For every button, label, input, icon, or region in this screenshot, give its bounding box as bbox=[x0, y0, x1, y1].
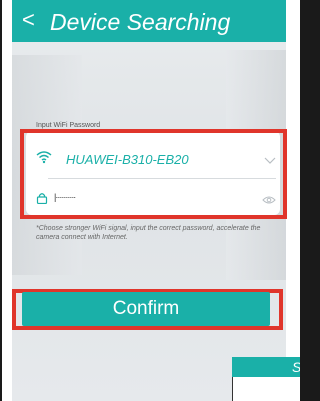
confirm-button[interactable]: Confirm bbox=[22, 292, 270, 326]
password-section-label: Input WiFi Password bbox=[36, 122, 101, 129]
wifi-icon bbox=[36, 150, 52, 169]
back-chevron-icon[interactable]: < bbox=[22, 8, 35, 32]
wifi-password-field[interactable]: |·········· bbox=[36, 190, 276, 210]
field-divider bbox=[48, 178, 276, 179]
wifi-password-value: |·········· bbox=[54, 192, 76, 202]
page-title: Device Searching bbox=[50, 9, 231, 35]
app-header: < Device Searching bbox=[12, 0, 286, 42]
chevron-down-icon[interactable] bbox=[264, 152, 276, 170]
eye-icon[interactable] bbox=[262, 192, 276, 210]
screenshot-frame: < Device Searching Input WiFi Password H… bbox=[2, 0, 300, 401]
wifi-ssid-field[interactable]: HUAWEI-B310-EB20 bbox=[36, 148, 276, 172]
popup-body bbox=[232, 377, 300, 401]
overlapping-popup-window: S bbox=[232, 357, 300, 401]
popup-header-text: S bbox=[232, 357, 300, 377]
wifi-ssid-value: HUAWEI-B310-EB20 bbox=[66, 152, 189, 167]
signal-hint-text: *Choose stronger WiFi signal, input the … bbox=[36, 225, 261, 241]
lock-icon bbox=[36, 191, 48, 209]
